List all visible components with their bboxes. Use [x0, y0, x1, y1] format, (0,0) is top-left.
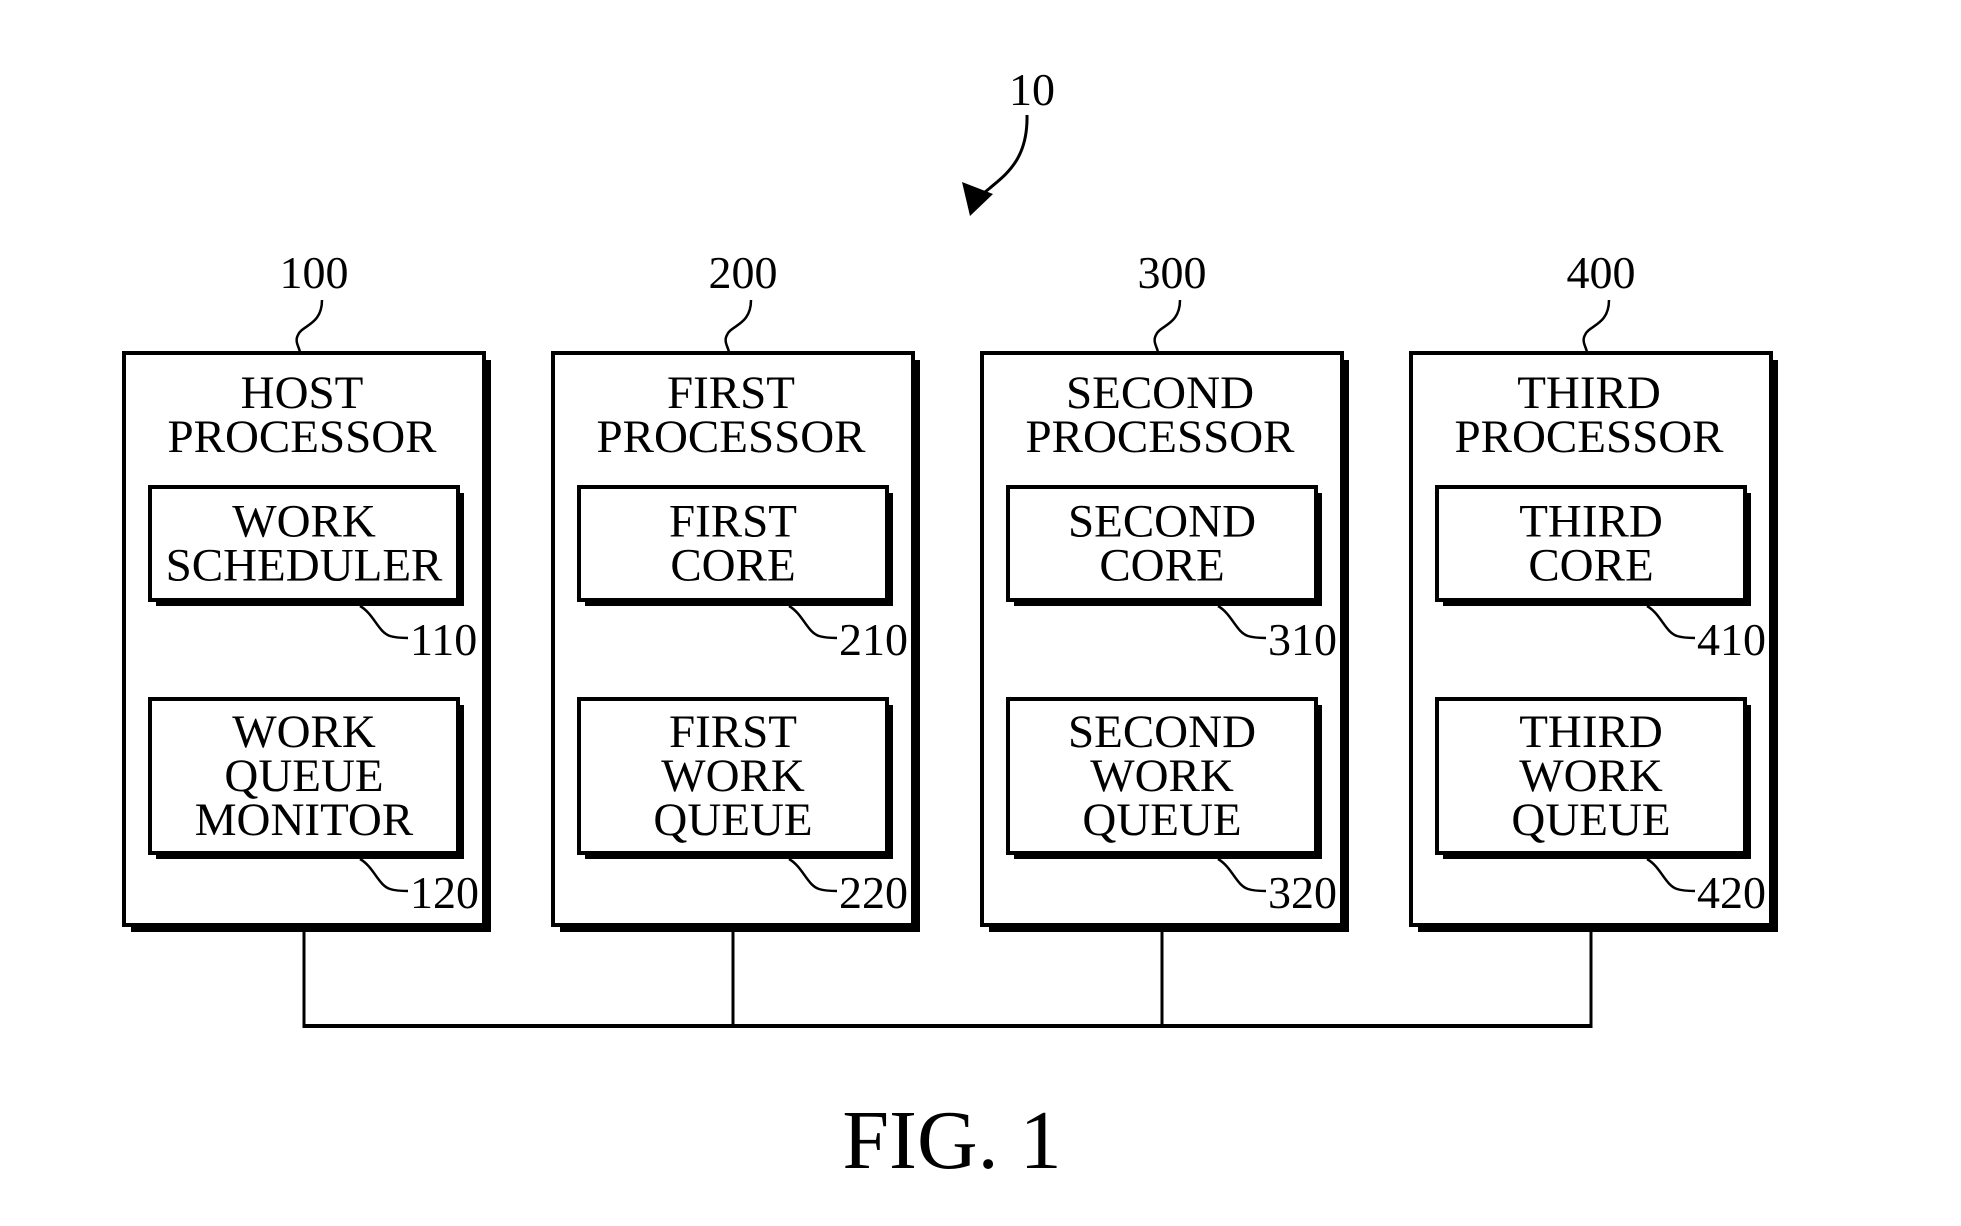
system-reference: 10: [962, 64, 1055, 216]
processor-ref-label: 200: [709, 247, 778, 298]
component-ref-label: 410: [1697, 614, 1766, 665]
component-ref-label: 420: [1697, 867, 1766, 918]
processor-ref-label: 400: [1567, 247, 1636, 298]
component-ref-label: 120: [410, 867, 479, 918]
processor-leader-line: [295, 299, 324, 354]
figure-caption: FIG. 1: [842, 1094, 1061, 1187]
component-label-line: MONITOR: [195, 794, 414, 846]
system-ref-label: 10: [1009, 64, 1055, 115]
processor-title-line: PROCESSOR: [1025, 411, 1295, 463]
processor-ref-label: 300: [1138, 247, 1207, 298]
component-ref-label: 110: [410, 614, 477, 665]
component-label-line: CORE: [1099, 540, 1224, 592]
component-label-line: CORE: [670, 540, 795, 592]
patent-figure: 10 100 HOST PROCESSOR WORK SCHEDULER 110 WORK Q…: [0, 0, 1961, 1226]
processor-block: 100HOSTPROCESSORWORKSCHEDULER110WORKQUEU…: [122, 247, 491, 932]
processor-leader-line: [1153, 299, 1182, 354]
processor-block: 200FIRSTPROCESSORFIRSTCORE210FIRSTWORKQU…: [551, 247, 920, 932]
diagram-svg: 10 100HOSTPROCESSORWORKSCHEDULER110WORKQ…: [122, 64, 1778, 1187]
processor-leader-line: [1582, 299, 1611, 354]
component-label-line: QUEUE: [1082, 794, 1241, 846]
system-arrow-head-icon: [962, 182, 993, 216]
component-ref-label: 320: [1268, 867, 1337, 918]
processor-block: 300SECONDPROCESSORSECONDCORE310SECONDWOR…: [980, 247, 1349, 932]
processor-block: 400THIRDPROCESSORTHIRDCORE410THIRDWORKQU…: [1409, 247, 1778, 932]
component-label-line: SCHEDULER: [166, 540, 443, 592]
processor-title-line: PROCESSOR: [596, 411, 866, 463]
component-ref-label: 310: [1268, 614, 1337, 665]
component-label-line: QUEUE: [653, 794, 812, 846]
processor-group: 100HOSTPROCESSORWORKSCHEDULER110WORKQUEU…: [122, 247, 1778, 932]
interconnect-bus: [302, 927, 1593, 1028]
component-ref-label: 220: [839, 867, 908, 918]
processor-title-line: PROCESSOR: [167, 411, 437, 463]
processor-title-line: PROCESSOR: [1454, 411, 1724, 463]
component-label-line: CORE: [1528, 540, 1653, 592]
component-ref-label: 210: [839, 614, 908, 665]
component-label-line: QUEUE: [1511, 794, 1670, 846]
processor-ref-label: 100: [280, 247, 349, 298]
processor-leader-line: [724, 299, 753, 354]
